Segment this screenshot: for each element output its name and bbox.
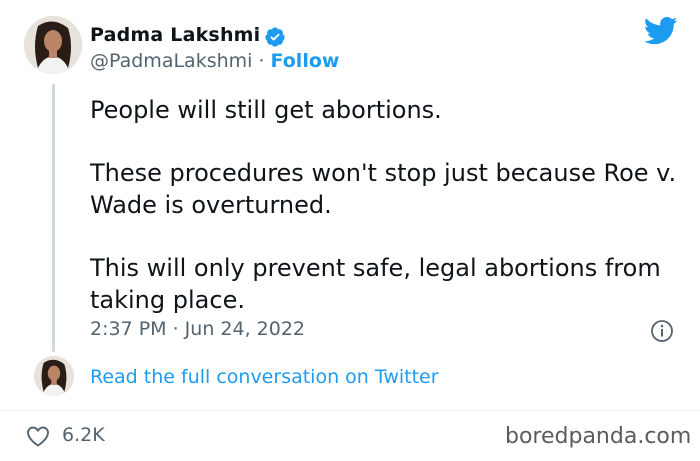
thread-line: [52, 84, 55, 352]
author-handle-line: @PadmaLakshmi · Follow: [90, 50, 339, 72]
info-icon[interactable]: [650, 319, 674, 343]
verified-badge-icon: [265, 27, 285, 47]
heart-icon[interactable]: [26, 425, 50, 447]
twitter-bird-icon[interactable]: [644, 16, 678, 46]
reply-avatar[interactable]: [34, 356, 74, 396]
follow-button[interactable]: Follow: [271, 50, 340, 72]
tweet-paragraph: This will only prevent safe, legal abort…: [90, 254, 661, 314]
tweet-paragraph: People will still get abortions.: [90, 96, 442, 124]
tweet-text: People will still get abortions. These p…: [90, 94, 680, 347]
tweet-paragraph: These procedures won't stop just because…: [90, 159, 677, 219]
author-handle[interactable]: @PadmaLakshmi: [90, 50, 252, 72]
divider: [0, 410, 700, 411]
author-avatar[interactable]: [24, 16, 82, 74]
watermark: boredpanda.com: [505, 424, 692, 449]
handle-separator: ·: [252, 50, 271, 72]
avatar-image: [34, 356, 74, 396]
avatar-image: [24, 16, 82, 74]
author-name[interactable]: Padma Lakshmi: [90, 24, 260, 46]
tweet-timestamp[interactable]: 2:37 PM · Jun 24, 2022: [90, 318, 305, 340]
read-conversation-link[interactable]: Read the full conversation on Twitter: [90, 366, 439, 388]
likes-count[interactable]: 6.2K: [62, 424, 105, 446]
